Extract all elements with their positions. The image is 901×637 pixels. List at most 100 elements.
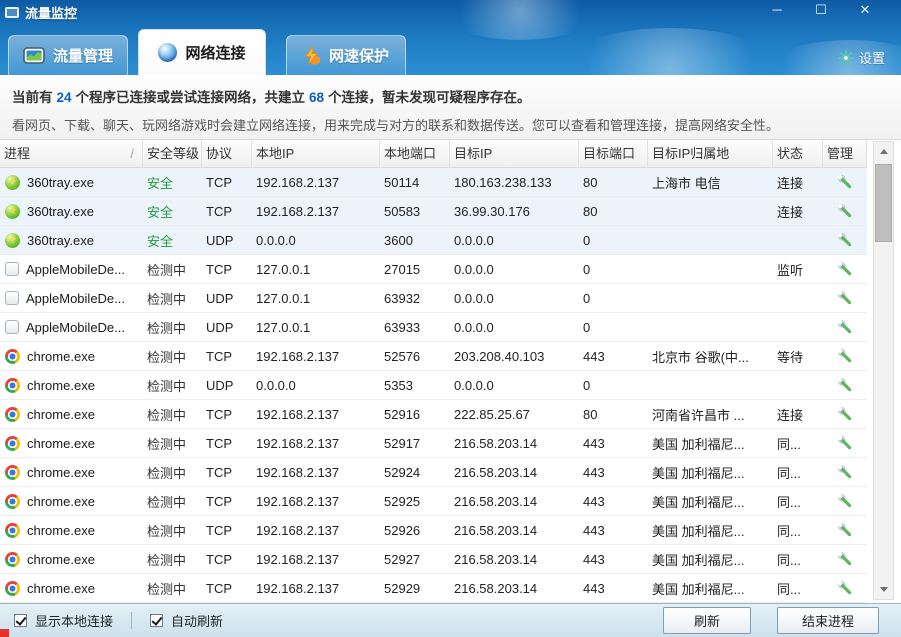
cell-security-level: 检测中	[147, 494, 187, 510]
tab-network-connections[interactable]: 网络连接	[138, 29, 266, 75]
manage-wrench-icon[interactable]	[837, 261, 853, 277]
cell-remote-port: 0	[583, 261, 591, 277]
column-header-process[interactable]: 进程 /	[0, 140, 143, 168]
table-row[interactable]: chrome.exe 检测中 TCP 192.168.2.137 52916 2…	[0, 400, 867, 429]
auto-refresh-checkbox-group[interactable]: 自动刷新	[150, 611, 223, 630]
cell-local-port: 3600	[384, 232, 413, 248]
minimize-button[interactable]: ─	[755, 0, 799, 20]
table-row[interactable]: chrome.exe 检测中 TCP 192.168.2.137 52925 2…	[0, 487, 867, 516]
cell-remote-port: 443	[583, 435, 605, 451]
column-header-local-ip[interactable]: 本地IP	[252, 140, 380, 168]
titlebar[interactable]: 流量监控 ─ ☐ ✕	[0, 0, 901, 25]
screen-corner-artifact	[0, 629, 9, 637]
manage-wrench-icon[interactable]	[837, 522, 853, 538]
table-row[interactable]: chrome.exe 检测中 TCP 192.168.2.137 52917 2…	[0, 429, 867, 458]
table-row[interactable]: AppleMobileDe... 检测中 UDP 127.0.0.1 63933…	[0, 313, 867, 342]
cell-remote-ip: 180.163.238.133	[454, 174, 552, 190]
cell-protocol: TCP	[206, 580, 232, 596]
tab-traffic-management[interactable]: 流量管理	[8, 35, 128, 75]
cell-local-ip: 192.168.2.137	[256, 174, 340, 190]
cell-status: 同...	[777, 494, 801, 510]
cell-status: 等待	[777, 349, 804, 365]
tab-speed-protection[interactable]: 网速保护	[286, 35, 406, 75]
manage-wrench-icon[interactable]	[837, 290, 853, 306]
scrollbar-thumb[interactable]	[875, 164, 892, 242]
table-row[interactable]: chrome.exe 检测中 TCP 192.168.2.137 52927 2…	[0, 545, 867, 574]
manage-wrench-icon[interactable]	[837, 580, 853, 596]
cell-remote-location: 河南省许昌市 ...	[652, 407, 745, 423]
cell-manage	[823, 319, 867, 335]
cell-status: 同...	[777, 436, 801, 452]
column-header-remote-location[interactable]: 目标IP归属地	[648, 140, 773, 168]
cell-local-port: 52576	[384, 348, 421, 364]
manage-wrench-icon[interactable]	[837, 551, 853, 567]
settings-button[interactable]: 设置	[838, 48, 885, 67]
cell-protocol: UDP	[206, 319, 234, 335]
manage-wrench-icon[interactable]	[837, 435, 853, 451]
cell-remote-port: 80	[583, 406, 598, 422]
table-row[interactable]: 360tray.exe 安全 TCP 192.168.2.137 50583 3…	[0, 197, 867, 226]
column-header-remote-ip[interactable]: 目标IP	[450, 140, 579, 168]
manage-wrench-icon[interactable]	[837, 377, 853, 393]
cell-protocol: UDP	[206, 290, 234, 306]
table-row[interactable]: chrome.exe 检测中 TCP 192.168.2.137 52924 2…	[0, 458, 867, 487]
cell-remote-port: 0	[583, 232, 591, 248]
table-row[interactable]: chrome.exe 检测中 TCP 192.168.2.137 52929 2…	[0, 574, 867, 603]
cell-remote-ip: 0.0.0.0	[454, 290, 494, 306]
column-header-local-port[interactable]: 本地端口	[380, 140, 450, 168]
manage-wrench-icon[interactable]	[837, 406, 853, 422]
cell-remote-ip: 0.0.0.0	[454, 232, 494, 248]
manage-wrench-icon[interactable]	[837, 203, 853, 219]
manage-wrench-icon[interactable]	[837, 348, 853, 364]
manage-wrench-icon[interactable]	[837, 174, 853, 190]
scroll-up-button[interactable]	[874, 142, 893, 161]
column-header-security-level[interactable]: 安全等级	[143, 140, 202, 168]
cell-remote-ip: 216.58.203.14	[454, 551, 538, 567]
column-header-protocol[interactable]: 协议	[202, 140, 252, 168]
cell-remote-ip: 216.58.203.14	[454, 580, 538, 596]
cell-local-port: 52916	[384, 406, 421, 422]
table-row[interactable]: AppleMobileDe... 检测中 TCP 127.0.0.1 27015…	[0, 255, 867, 284]
maximize-button[interactable]: ☐	[799, 0, 843, 20]
column-header-remote-port[interactable]: 目标端口	[579, 140, 648, 168]
show-local-checkbox-group[interactable]: 显示本地连接	[14, 611, 113, 630]
cell-process: chrome.exe	[0, 580, 143, 596]
show-local-checkbox[interactable]	[14, 614, 27, 627]
chrome-icon	[5, 377, 20, 393]
end-process-button[interactable]: 结束进程	[777, 607, 879, 634]
cell-manage	[823, 522, 867, 538]
chrome-icon	[5, 493, 20, 509]
process-name: 360tray.exe	[27, 174, 94, 190]
table-row[interactable]: AppleMobileDe... 检测中 UDP 127.0.0.1 63932…	[0, 284, 867, 313]
column-header-manage[interactable]: 管理	[823, 140, 867, 168]
cell-process: chrome.exe	[0, 551, 143, 567]
manage-wrench-icon[interactable]	[837, 232, 853, 248]
cell-process: chrome.exe	[0, 464, 143, 480]
manage-wrench-icon[interactable]	[837, 319, 853, 335]
c360-icon	[5, 203, 20, 219]
vertical-scrollbar[interactable]	[873, 141, 894, 600]
cell-local-port: 52927	[384, 551, 421, 567]
cell-local-ip: 192.168.2.137	[256, 435, 340, 451]
cell-local-port: 50583	[384, 203, 421, 219]
close-button[interactable]: ✕	[843, 0, 887, 20]
column-header-status[interactable]: 状态	[773, 140, 823, 168]
summary-line: 当前有 24 个程序已连接或尝试连接网络，共建立 68 个连接，暂未发现可疑程序存在。	[12, 86, 901, 106]
cell-remote-port: 80	[583, 174, 598, 190]
table-row[interactable]: chrome.exe 检测中 TCP 192.168.2.137 52926 2…	[0, 516, 867, 545]
traffic-monitor-window: 流量监控 ─ ☐ ✕ 流量管理 网络连接 网速保护 设置 当前有 24 个程序已…	[0, 0, 901, 637]
table-row[interactable]: 360tray.exe 安全 TCP 192.168.2.137 50114 1…	[0, 168, 867, 197]
table-row[interactable]: chrome.exe 检测中 UDP 0.0.0.0 5353 0.0.0.0 …	[0, 371, 867, 400]
manage-wrench-icon[interactable]	[837, 464, 853, 480]
cell-remote-location: 上海市 电信	[652, 175, 721, 191]
table-row[interactable]: chrome.exe 检测中 TCP 192.168.2.137 52576 2…	[0, 342, 867, 371]
scroll-down-button[interactable]	[874, 580, 893, 599]
auto-refresh-checkbox[interactable]	[150, 614, 164, 627]
table-row[interactable]: 360tray.exe 安全 UDP 0.0.0.0 3600 0.0.0.0 …	[0, 226, 867, 255]
cell-remote-port: 443	[583, 464, 605, 480]
refresh-button[interactable]: 刷新	[663, 607, 751, 634]
manage-wrench-icon[interactable]	[837, 493, 853, 509]
cell-local-ip: 192.168.2.137	[256, 522, 340, 538]
apple-icon	[5, 262, 19, 276]
cell-manage	[823, 493, 867, 509]
